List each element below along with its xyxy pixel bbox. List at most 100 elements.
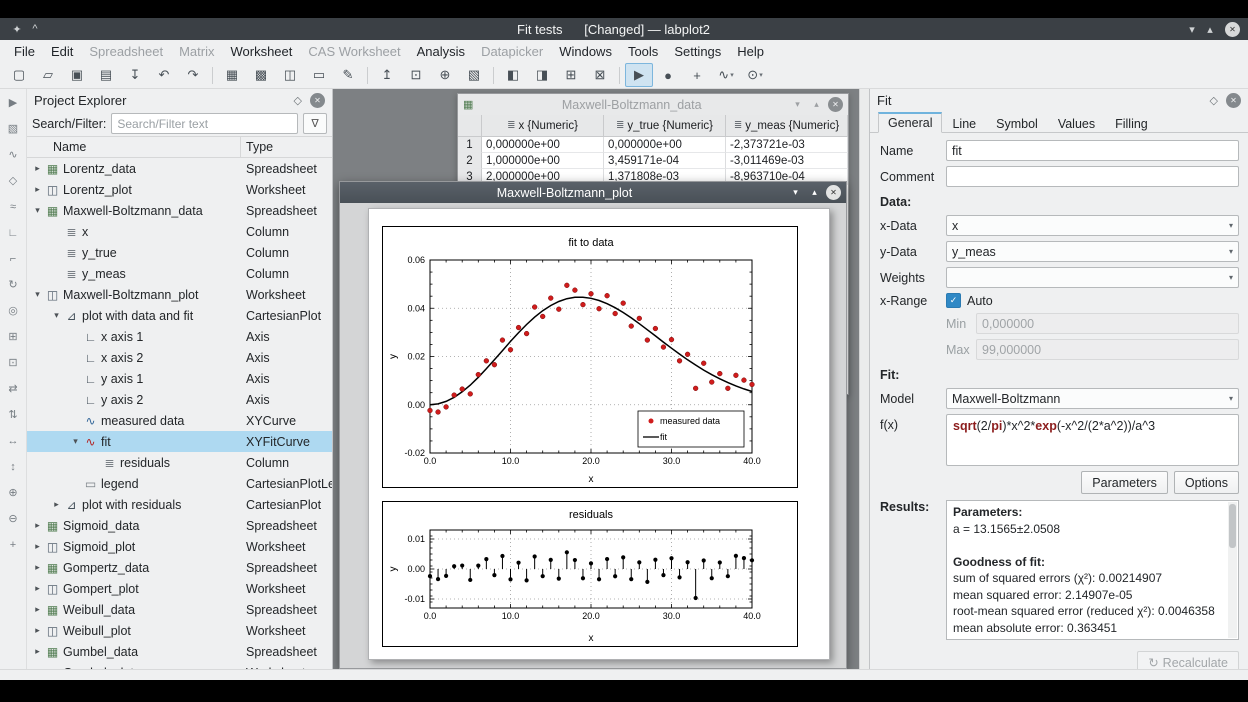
close-dock-icon[interactable]: ✕	[1226, 93, 1241, 108]
tree-row-gumbel-plot[interactable]: ▸◫Gumbel_plotWorksheet	[27, 662, 332, 669]
smooth-curve-tool-icon[interactable]: ≈	[3, 198, 23, 215]
break-layout-icon[interactable]: ⊠	[586, 63, 614, 87]
xy-curve-tool-icon[interactable]: ∿	[3, 146, 23, 163]
residuals-plot-area[interactable]: residuals0.010.020.030.040.0-0.010.000.0…	[382, 501, 798, 647]
shade-icon[interactable]: ^	[26, 23, 44, 35]
pin-icon[interactable]: ✦	[8, 23, 26, 36]
menu-datapicker[interactable]: Datapicker	[473, 42, 551, 61]
tree-row-plot-with-residuals[interactable]: ▸⊿plot with residualsCartesianPlot	[27, 494, 332, 515]
cell[interactable]: 3,459171e-04	[604, 153, 726, 169]
results-scrollbar[interactable]	[1228, 502, 1237, 638]
cell[interactable]: 1,000000e+00	[482, 153, 604, 169]
worksheet-view[interactable]: fit to data0.010.020.030.040.0-0.020.000…	[340, 203, 846, 668]
row-number[interactable]: 1	[458, 137, 482, 153]
plot-window-titlebar[interactable]: Maxwell-Boltzmann_plot ▾ ▴ ✕	[340, 182, 846, 203]
horizontal-layout-icon[interactable]: ◨	[528, 63, 556, 87]
add-tool-icon[interactable]: +	[3, 536, 23, 553]
fit-results[interactable]: Parameters:a = 13.1565±2.0508 Goodness o…	[946, 500, 1239, 640]
minimize-icon[interactable]: ▾	[1183, 23, 1201, 36]
menu-file[interactable]: File	[6, 42, 43, 61]
collapse-arrow-icon[interactable]: ▾	[31, 289, 44, 300]
new-spreadsheet-icon[interactable]: ▦	[218, 63, 246, 87]
float-dock-icon[interactable]: ◇	[1210, 94, 1218, 107]
grid-layout-icon[interactable]: ⊞	[557, 63, 585, 87]
menu-matrix[interactable]: Matrix	[171, 42, 222, 61]
tab-line[interactable]: Line	[942, 114, 986, 133]
cell[interactable]: -2,373721e-03	[726, 137, 848, 153]
tree-row-lorentz-data[interactable]: ▸▦Lorentz_dataSpreadsheet	[27, 158, 332, 179]
new-file-icon[interactable]: ▢	[5, 63, 33, 87]
row-number[interactable]: 2	[458, 153, 482, 169]
tree-row-measured-data[interactable]: ∿measured dataXYCurve	[27, 410, 332, 431]
max-input[interactable]: 99,000000	[976, 339, 1239, 360]
navigate-pointer-icon[interactable]: ▶	[625, 63, 653, 87]
y-data-combobox[interactable]: y_meas▾	[946, 241, 1239, 262]
close-icon[interactable]: ✕	[826, 185, 841, 200]
export-icon[interactable]: ↥	[373, 63, 401, 87]
expand-arrow-icon[interactable]: ▸	[31, 583, 44, 594]
swap-vertical-tool-icon[interactable]: ⇅	[3, 406, 23, 423]
cell[interactable]: -3,011469e-03	[726, 153, 848, 169]
x-data-combobox[interactable]: x▾	[946, 215, 1239, 236]
rotate-tool-icon[interactable]: ↻	[3, 276, 23, 293]
magnification-icon[interactable]: ⊙▾	[741, 63, 769, 87]
tree-row-sigmoid-data[interactable]: ▸▦Sigmoid_dataSpreadsheet	[27, 515, 332, 536]
menu-spreadsheet[interactable]: Spreadsheet	[81, 42, 171, 61]
expand-arrow-icon[interactable]: ▸	[31, 562, 44, 573]
zoom-mode-icon[interactable]: ●	[654, 63, 682, 87]
model-combobox[interactable]: Maxwell-Boltzmann▾	[946, 388, 1239, 409]
minimize-icon[interactable]: ▾	[788, 187, 803, 198]
collapse-arrow-icon[interactable]: ▾	[31, 205, 44, 216]
maximize-icon[interactable]: ▴	[809, 99, 824, 110]
tree-row-y-axis-1[interactable]: ∟y axis 1Axis	[27, 368, 332, 389]
search-input[interactable]: Search/Filter text	[111, 113, 298, 134]
recalculate-button[interactable]: ↻ Recalculate	[1137, 651, 1239, 669]
swap-horizontal-tool-icon[interactable]: ⇄	[3, 380, 23, 397]
minimize-icon[interactable]: ▾	[790, 99, 805, 110]
redo-icon[interactable]: ↷	[179, 63, 207, 87]
tab-general[interactable]: General	[878, 112, 942, 133]
comment-input[interactable]	[946, 166, 1239, 187]
tree-row-legend[interactable]: ▭legendCartesianPlotLegend	[27, 473, 332, 494]
float-dock-icon[interactable]: ◇	[294, 94, 302, 107]
tree-row-maxwell-boltzmann-plot[interactable]: ▾◫Maxwell-Boltzmann_plotWorksheet	[27, 284, 332, 305]
undo-icon[interactable]: ↶	[150, 63, 178, 87]
pointer-tool-icon[interactable]: ▶	[3, 94, 23, 111]
collapse-arrow-icon[interactable]: ▾	[50, 310, 63, 321]
menu-cas-worksheet[interactable]: CAS Worksheet	[300, 42, 408, 61]
tree-row-weibull-plot[interactable]: ▸◫Weibull_plotWorksheet	[27, 620, 332, 641]
tree-row-y-axis-2[interactable]: ∟y axis 2Axis	[27, 389, 332, 410]
menu-help[interactable]: Help	[729, 42, 772, 61]
menu-analysis[interactable]: Analysis	[409, 42, 473, 61]
column-header-name[interactable]: Name	[27, 137, 241, 157]
expand-arrow-icon[interactable]: ▸	[31, 625, 44, 636]
menu-windows[interactable]: Windows	[551, 42, 620, 61]
pan-vertical-tool-icon[interactable]: ↕	[3, 458, 23, 475]
expand-arrow-icon[interactable]: ▸	[31, 163, 44, 174]
mdi-scrollbar[interactable]	[859, 89, 869, 669]
expand-arrow-icon[interactable]: ▸	[31, 184, 44, 195]
crosshair-icon[interactable]: +	[683, 63, 711, 87]
options-button[interactable]: Options	[1174, 471, 1239, 494]
tree-row-plot-with-data-and-fit[interactable]: ▾⊿plot with data and fitCartesianPlot	[27, 305, 332, 326]
expand-arrow-icon[interactable]: ▸	[31, 541, 44, 552]
cell[interactable]: 0,000000e+00	[604, 137, 726, 153]
tree-row-lorentz-plot[interactable]: ▸◫Lorentz_plotWorksheet	[27, 179, 332, 200]
expand-arrow-icon[interactable]: ▸	[31, 646, 44, 657]
save-icon[interactable]: ▣	[63, 63, 91, 87]
region-select-tool-icon[interactable]: ▧	[3, 120, 23, 137]
tree-row-sigmoid-plot[interactable]: ▸◫Sigmoid_plotWorksheet	[27, 536, 332, 557]
tree-row-gompert-plot[interactable]: ▸◫Gompert_plotWorksheet	[27, 578, 332, 599]
auto-checkbox[interactable]: ✓	[946, 293, 961, 308]
box-tool-icon[interactable]: ⊡	[3, 354, 23, 371]
expand-arrow-icon[interactable]: ▸	[31, 604, 44, 615]
zoom-fit-icon[interactable]: ⊡	[402, 63, 430, 87]
parameters-button[interactable]: Parameters	[1081, 471, 1168, 494]
fit-plot-area[interactable]: fit to data0.010.020.030.040.0-0.020.000…	[382, 226, 798, 488]
tree-row-x-axis-2[interactable]: ∟x axis 2Axis	[27, 347, 332, 368]
tree-row-gumbel-data[interactable]: ▸▦Gumbel_dataSpreadsheet	[27, 641, 332, 662]
tree-row-y-meas[interactable]: ≣y_measColumn	[27, 263, 332, 284]
zoom-select-icon[interactable]: ⊕	[431, 63, 459, 87]
collapse-arrow-icon[interactable]: ▾	[69, 436, 82, 447]
close-window-button[interactable]: ✕	[1225, 22, 1240, 37]
